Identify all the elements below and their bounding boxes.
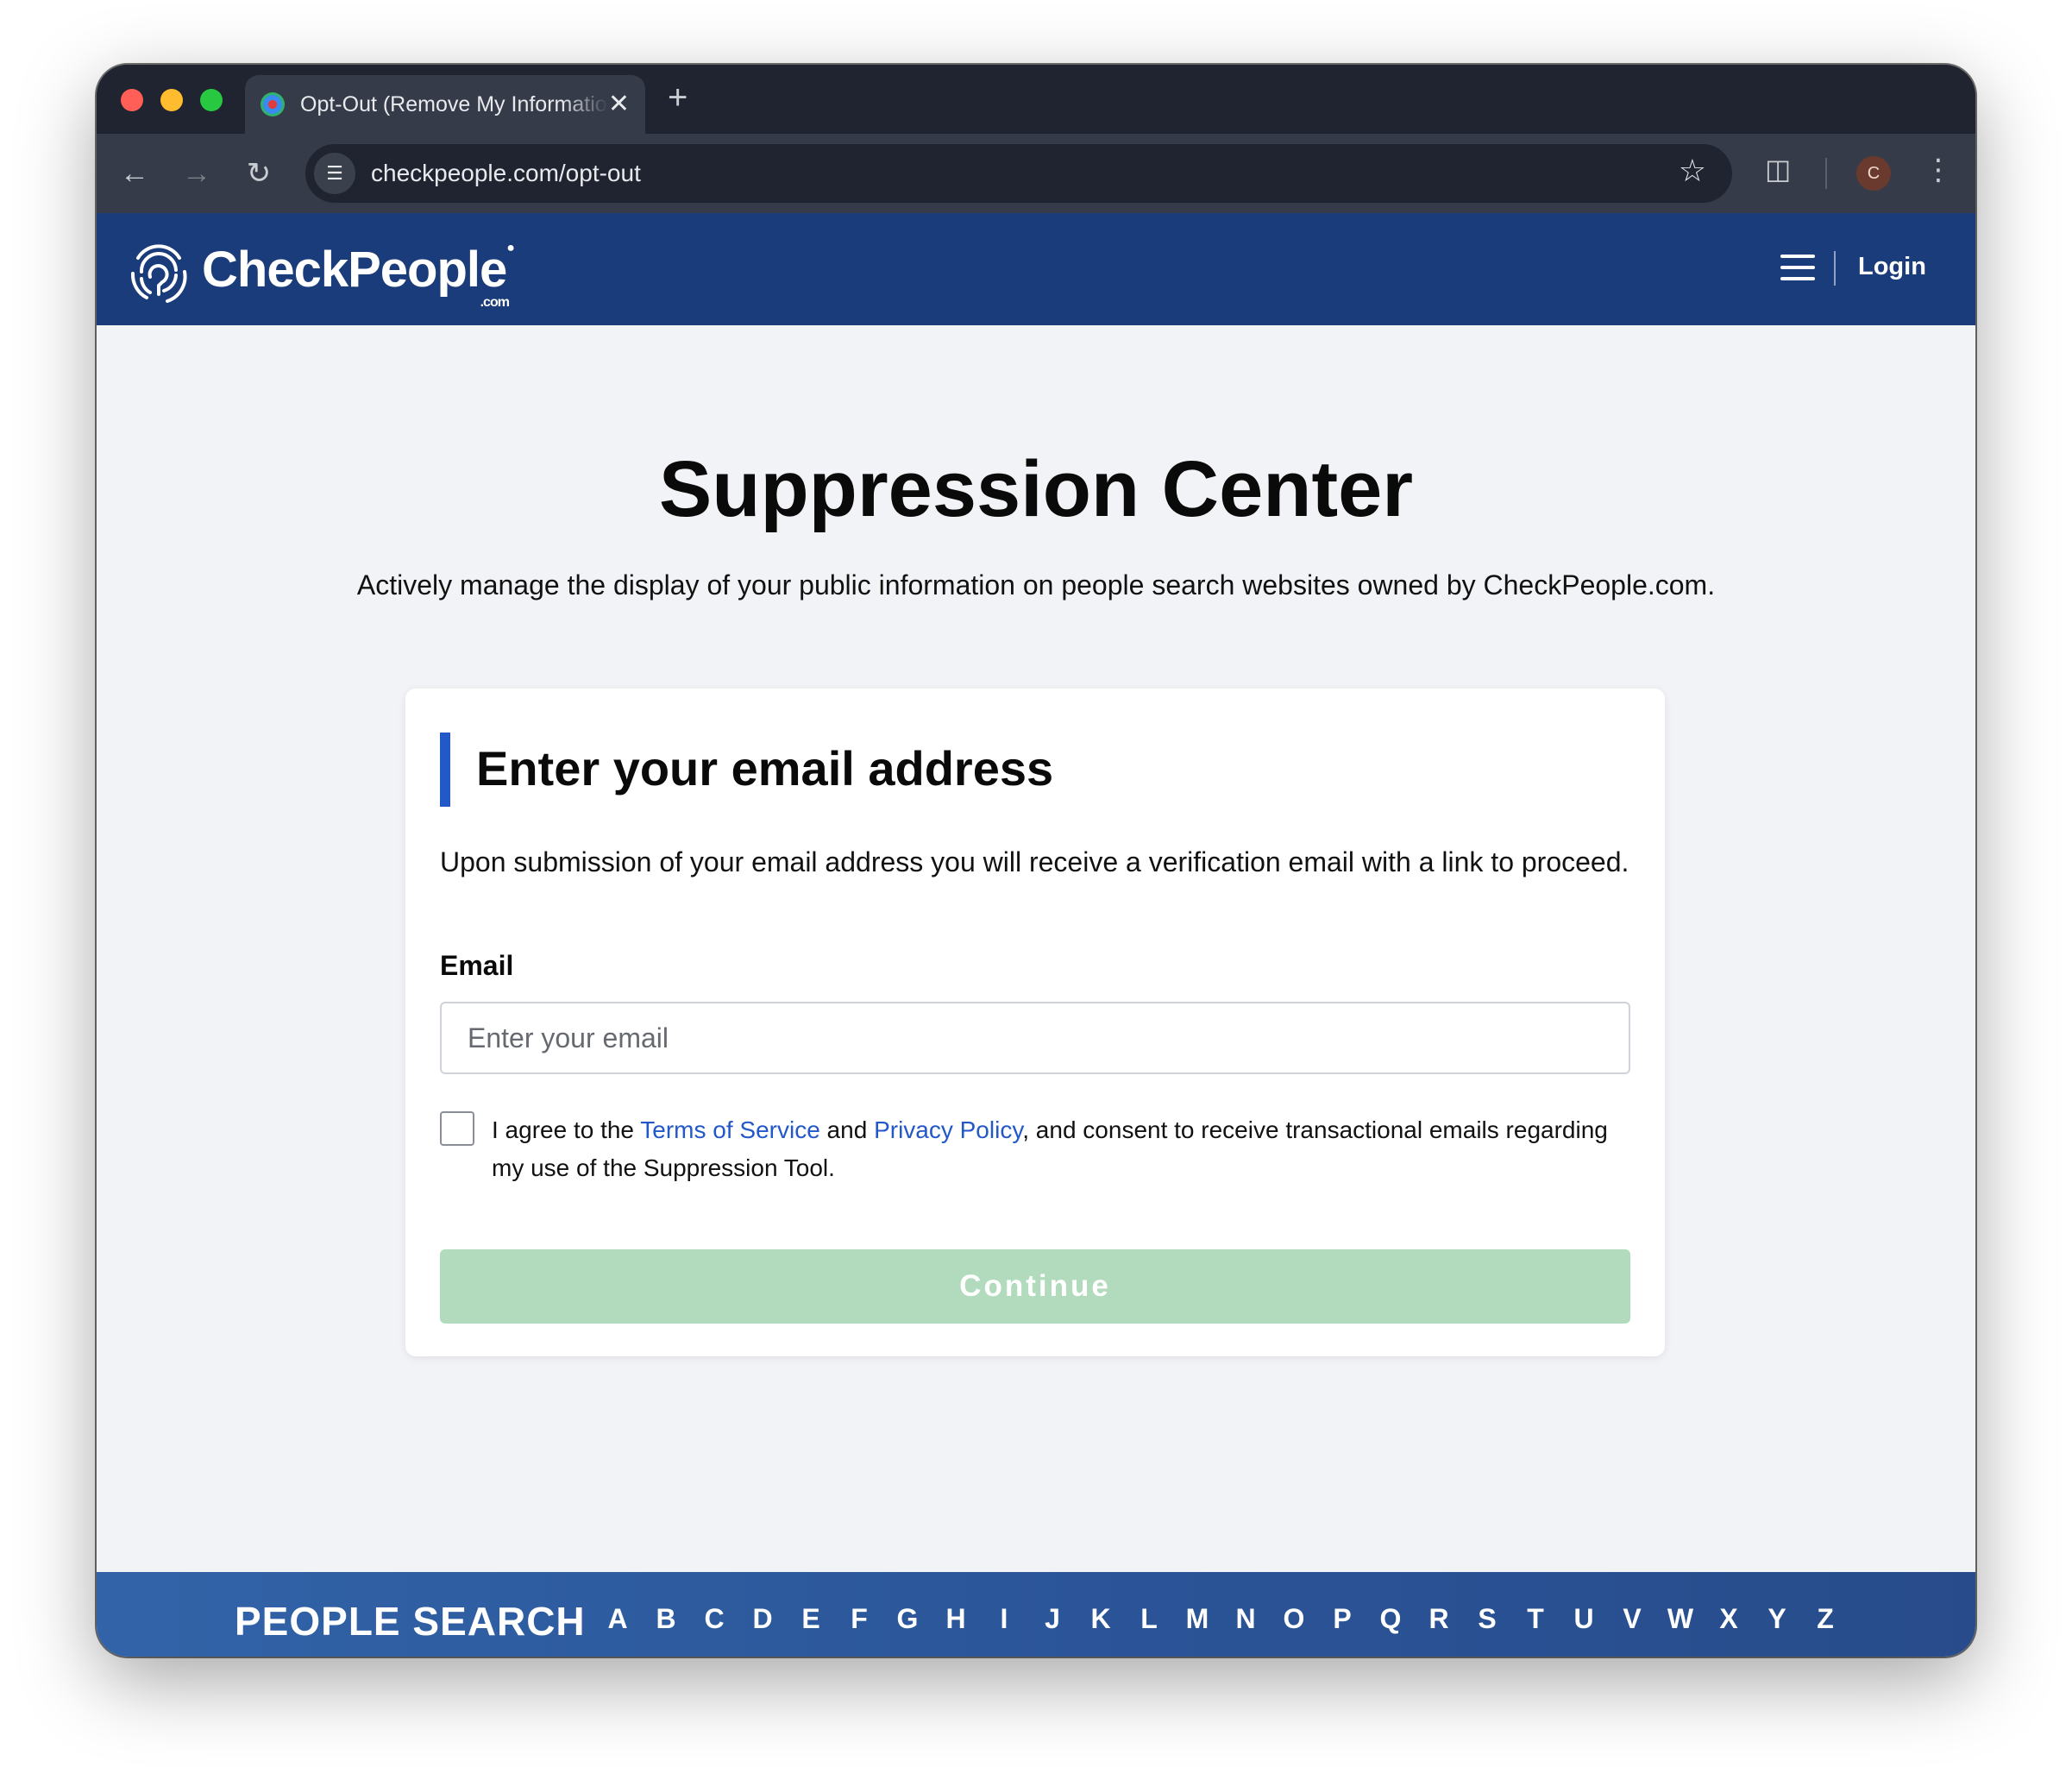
logo-text: CheckPeople: [202, 241, 507, 298]
letter-link[interactable]: E: [787, 1603, 835, 1635]
email-form-card: Enter your email address Upon submission…: [405, 689, 1665, 1356]
letter-link[interactable]: O: [1270, 1603, 1318, 1635]
address-bar[interactable]: ☰ checkpeople.com/opt-out ☆: [305, 144, 1732, 203]
tab-title: Opt-Out (Remove My Information): [300, 91, 608, 116]
letter-link[interactable]: A: [593, 1603, 642, 1635]
profile-avatar[interactable]: C: [1856, 156, 1891, 191]
favicon-icon: [261, 92, 285, 116]
letter-link[interactable]: R: [1415, 1603, 1463, 1635]
letter-link[interactable]: S: [1463, 1603, 1511, 1635]
cast-search-icon[interactable]: ◫: [1765, 153, 1791, 186]
toolbar-divider: [1825, 158, 1827, 189]
letter-link[interactable]: G: [883, 1603, 932, 1635]
tab-strip: Opt-Out (Remove My Information) ✕ +: [97, 65, 1975, 134]
consent-and: and: [819, 1116, 875, 1143]
close-window-button[interactable]: [121, 89, 143, 111]
minimize-window-button[interactable]: [160, 89, 183, 111]
logo-wordmark: CheckPeople● .com: [202, 240, 515, 310]
logo-suffix: .com: [480, 294, 510, 310]
letter-link[interactable]: H: [932, 1603, 980, 1635]
checkpeople-logo[interactable]: CheckPeople● .com: [128, 232, 515, 310]
new-tab-button[interactable]: +: [668, 80, 688, 115]
maximize-window-button[interactable]: [200, 89, 223, 111]
email-label: Email: [440, 950, 514, 981]
letter-link[interactable]: X: [1705, 1603, 1753, 1635]
consent-prefix: I agree to the: [492, 1116, 641, 1143]
terms-of-service-link[interactable]: Terms of Service: [640, 1116, 820, 1143]
fingerprint-logo-icon: [130, 244, 187, 303]
letter-link[interactable]: B: [642, 1603, 690, 1635]
continue-button[interactable]: Continue: [440, 1249, 1630, 1324]
web-page: CheckPeople● .com Login Suppression Cent…: [97, 213, 1975, 1657]
letter-link[interactable]: Z: [1801, 1603, 1849, 1635]
letter-link[interactable]: M: [1173, 1603, 1221, 1635]
bookmark-star-icon[interactable]: ☆: [1679, 153, 1706, 189]
url-text[interactable]: checkpeople.com/opt-out: [371, 160, 641, 187]
people-search-bar: PEOPLE SEARCH A B C D E F G H I J K L M …: [97, 1572, 1975, 1657]
consent-checkbox[interactable]: [440, 1111, 474, 1146]
tab-active[interactable]: Opt-Out (Remove My Information) ✕: [245, 75, 645, 134]
letter-link[interactable]: D: [738, 1603, 787, 1635]
alphabet-links: A B C D E F G H I J K L M N O P Q R S T: [593, 1603, 1849, 1635]
letter-link[interactable]: I: [980, 1603, 1028, 1635]
privacy-policy-link[interactable]: Privacy Policy: [874, 1116, 1022, 1143]
letter-link[interactable]: Y: [1753, 1603, 1801, 1635]
forward-arrow-icon[interactable]: →: [174, 151, 219, 196]
reload-icon[interactable]: ↻: [236, 151, 281, 196]
consent-text: I agree to the Terms of Service and Priv…: [492, 1111, 1639, 1187]
tab-close-icon[interactable]: ✕: [608, 91, 630, 117]
back-arrow-icon[interactable]: ←: [112, 151, 157, 196]
letter-link[interactable]: T: [1511, 1603, 1560, 1635]
header-divider: [1834, 251, 1836, 286]
letter-link[interactable]: L: [1125, 1603, 1173, 1635]
letter-link[interactable]: V: [1608, 1603, 1656, 1635]
letter-link[interactable]: J: [1028, 1603, 1077, 1635]
letter-link[interactable]: C: [690, 1603, 738, 1635]
people-search-label: PEOPLE SEARCH: [235, 1599, 586, 1644]
page-title: Suppression Center: [658, 445, 1414, 533]
form-description: Upon submission of your email address yo…: [440, 846, 1629, 877]
letter-link[interactable]: U: [1560, 1603, 1608, 1635]
letter-link[interactable]: N: [1221, 1603, 1270, 1635]
hamburger-menu-icon[interactable]: [1780, 255, 1815, 280]
login-link[interactable]: Login: [1858, 253, 1926, 281]
site-settings-icon[interactable]: ☰: [314, 153, 355, 194]
letter-link[interactable]: Q: [1366, 1603, 1415, 1635]
browser-window: Opt-Out (Remove My Information) ✕ + ← → …: [97, 65, 1975, 1657]
browser-menu-icon[interactable]: ⋮: [1924, 153, 1953, 187]
page-subtitle: Actively manage the display of your publ…: [356, 569, 1716, 601]
letter-link[interactable]: K: [1077, 1603, 1125, 1635]
letter-link[interactable]: F: [835, 1603, 883, 1635]
site-header: CheckPeople● .com Login: [97, 213, 1975, 325]
letter-link[interactable]: P: [1318, 1603, 1366, 1635]
form-heading: Enter your email address: [476, 741, 1054, 796]
letter-link[interactable]: W: [1656, 1603, 1705, 1635]
browser-toolbar: ← → ↻ ☰ checkpeople.com/opt-out ☆ ◫ C ⋮: [97, 134, 1975, 213]
heading-accent-bar: [440, 733, 450, 807]
email-input[interactable]: [440, 1002, 1630, 1074]
